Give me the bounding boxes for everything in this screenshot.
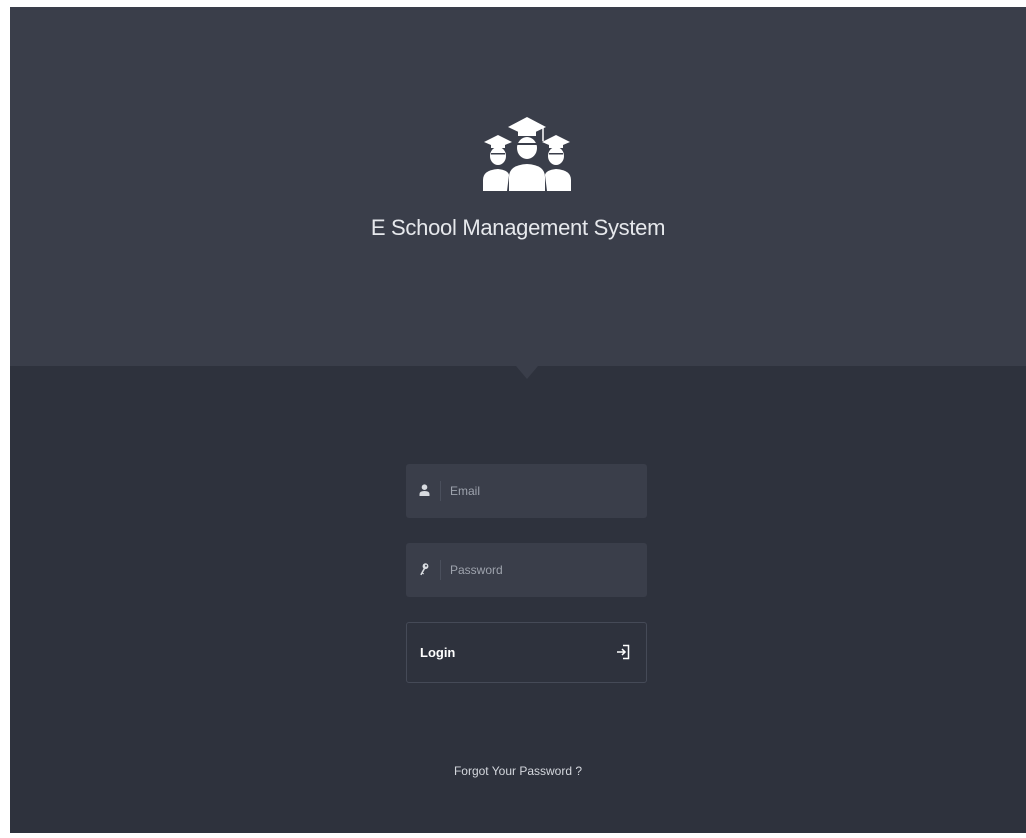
field-separator: [440, 481, 441, 501]
user-icon: [416, 482, 432, 498]
login-button-label: Login: [420, 645, 456, 660]
login-button[interactable]: Login: [406, 622, 647, 683]
key-icon: [416, 561, 432, 577]
app-title: E School Management System: [370, 215, 666, 240]
field-separator: [440, 560, 441, 580]
email-input[interactable]: [450, 464, 640, 518]
password-input[interactable]: [450, 543, 640, 597]
sign-in-icon: [617, 644, 630, 660]
graduates-logo-icon: [483, 117, 571, 191]
password-field: [406, 543, 647, 597]
hero-notch: [516, 366, 538, 379]
login-page: E School Management System Login: [10, 7, 1026, 833]
hero-header: E School Management System: [10, 7, 1026, 366]
email-field: [406, 464, 647, 518]
forgot-password-link[interactable]: Forgot Your Password ?: [10, 764, 1026, 778]
